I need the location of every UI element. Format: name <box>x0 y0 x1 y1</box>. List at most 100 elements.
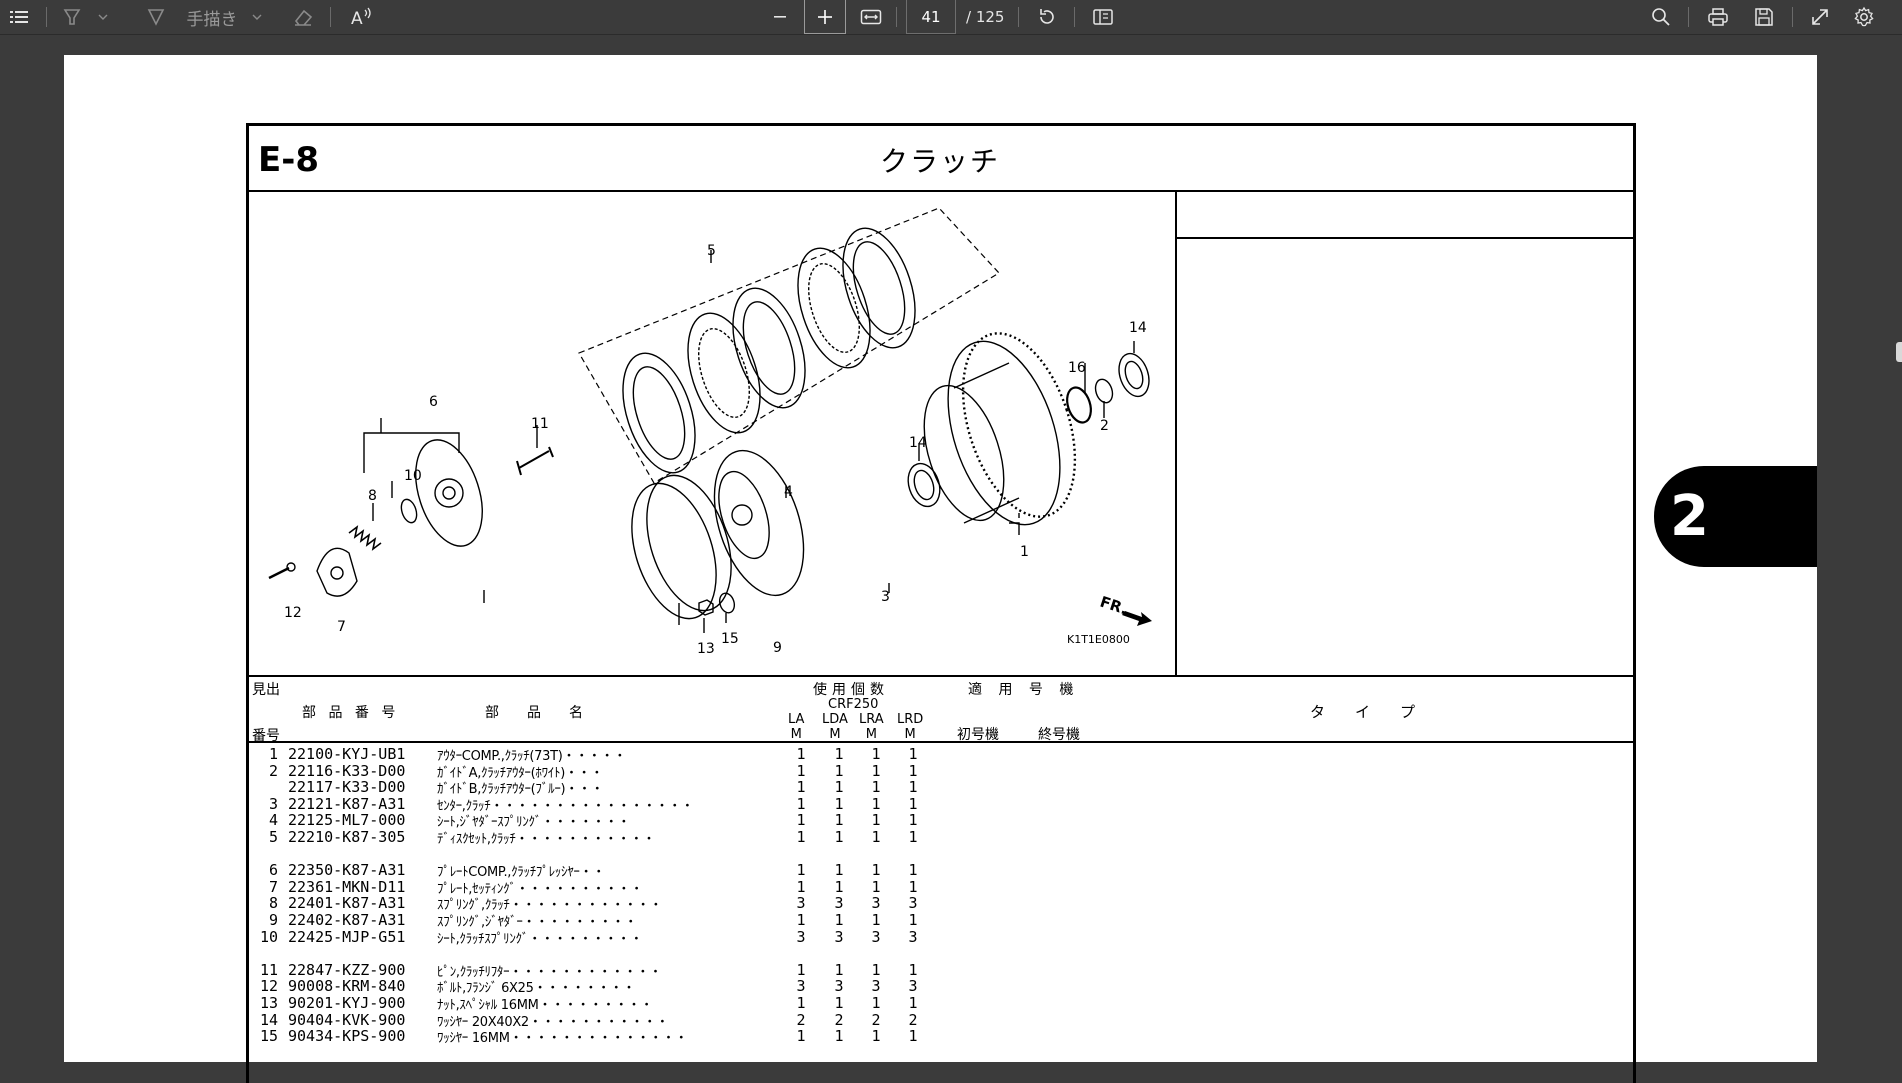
quantity-cell: 1 <box>871 778 881 797</box>
chevron-down-icon[interactable] <box>250 0 264 34</box>
quantity-cell: 1 <box>834 994 844 1012</box>
quantity-cell: 1 <box>834 960 844 979</box>
toolbar-separator <box>896 7 897 27</box>
quantity-cell: 1 <box>908 811 918 830</box>
chevron-down-icon[interactable] <box>96 0 110 34</box>
quantity-cell: 1 <box>871 911 881 929</box>
part-number: 22361-MKN-D11 <box>288 877 406 896</box>
callout: 8 <box>368 488 377 504</box>
page-view-icon[interactable] <box>1090 0 1116 34</box>
page-number-input[interactable]: 41 <box>906 0 956 34</box>
toolbar-separator <box>330 7 331 27</box>
draw-icon[interactable] <box>144 0 168 34</box>
expand-icon[interactable] <box>1806 0 1834 34</box>
zoom-in-button[interactable] <box>804 0 846 34</box>
quantity-cell: 1 <box>834 877 844 896</box>
clutch-plate <box>687 312 761 434</box>
part-number: 90201-KYJ-900 <box>288 994 406 1012</box>
callout: 1 <box>1020 544 1029 560</box>
quantity-cell: 1 <box>908 994 918 1012</box>
ref-number: 4 <box>268 811 278 830</box>
part-number: 22116-K33-D00 <box>288 761 406 780</box>
clutch-outer <box>947 340 1061 526</box>
table-of-contents-icon[interactable] <box>6 0 32 34</box>
part-description: ﾃﾞｨｽｸｾｯﾄ,ｸﾗｯﾁ・・・・・・・・・・・ <box>437 832 656 847</box>
serial-first-header: 初号機 <box>957 727 999 743</box>
quantity-cell: 1 <box>871 828 881 846</box>
quantity-cell: 1 <box>796 1027 806 1046</box>
ref-number: 8 <box>268 894 278 913</box>
ref-number: 1 <box>268 745 278 763</box>
part-name-header: 部 品 名 <box>485 705 583 721</box>
table-header-line <box>246 741 1636 743</box>
quantity-cell: 1 <box>796 861 806 880</box>
ref-number: 3 <box>268 794 278 813</box>
settings-gear-icon[interactable] <box>1850 0 1878 34</box>
quantity-cell: 1 <box>796 828 806 846</box>
ref-no-header-bottom: 番号 <box>252 728 280 744</box>
quantity-cell: 3 <box>796 894 806 913</box>
quantity-cell: 3 <box>871 977 881 996</box>
svg-text:A: A <box>351 9 363 27</box>
quantity-cell: 1 <box>871 861 881 880</box>
ref-number: 11 <box>259 960 278 979</box>
highlight-icon[interactable] <box>60 0 84 34</box>
quantity-cell: 1 <box>796 911 806 929</box>
part-number: 22847-KZZ-900 <box>288 960 406 979</box>
pressure-plate <box>415 439 483 547</box>
quantity-cell: 1 <box>796 811 806 830</box>
quantity-cell: 2 <box>908 1010 918 1029</box>
ref-number: 7 <box>268 877 278 896</box>
ref-number: 13 <box>259 994 278 1012</box>
callout: 11 <box>531 416 549 432</box>
clutch-plate <box>797 247 871 369</box>
callout: 3 <box>881 589 890 605</box>
washer <box>1118 352 1150 398</box>
quantity-cell: 1 <box>908 828 918 846</box>
callout: 10 <box>404 468 422 484</box>
part-number: 22402-K87-A31 <box>288 911 406 929</box>
special-nut <box>698 599 714 616</box>
callout: 6 <box>429 394 438 410</box>
fit-width-icon[interactable] <box>858 0 884 34</box>
disc-set-outline <box>578 207 1000 484</box>
quantity-cell: 2 <box>871 1010 881 1029</box>
flange-bolt <box>268 566 290 580</box>
rotate-icon[interactable] <box>1034 0 1060 34</box>
read-aloud-icon[interactable]: A <box>348 0 376 34</box>
toolbar-separator <box>1074 7 1075 27</box>
quantity-cell: 1 <box>908 1027 918 1046</box>
draw-label[interactable]: 手描き <box>182 0 242 34</box>
quantity-cell: 1 <box>796 745 806 763</box>
pdf-toolbar: 手描き A 41 / 125 <box>0 0 1902 35</box>
quantity-cell: 3 <box>834 927 844 946</box>
friction-disc <box>842 227 916 349</box>
part-number: 22125-ML7-000 <box>288 811 406 830</box>
type-header: タ イ プ <box>1310 703 1416 721</box>
part-number: 22117-K33-D00 <box>288 778 406 797</box>
scrollbar-thumb[interactable] <box>1896 342 1902 362</box>
quantity-cell: 1 <box>796 761 806 780</box>
callout: 13 <box>697 641 715 657</box>
search-icon[interactable] <box>1648 0 1674 34</box>
quantity-cell: 1 <box>834 794 844 813</box>
toolbar-separator <box>1688 7 1689 27</box>
save-icon[interactable] <box>1750 0 1778 34</box>
quantity-cell: 3 <box>908 977 918 996</box>
zoom-out-icon[interactable] <box>768 0 792 34</box>
callout: 12 <box>284 605 302 621</box>
clutch-exploded-diagram: FR. K1T1E0800 1 2 3 4 5 6 7 8 9 10 11 12… <box>268 207 1152 657</box>
callout: 4 <box>784 484 793 500</box>
part-description: ﾜｯｼﾔｰ 16MM・・・・・・・・・・・・・・ <box>437 1031 688 1047</box>
model-header: CRF250 <box>828 697 879 712</box>
part-number: 90404-KVK-900 <box>288 1010 406 1029</box>
friction-disc <box>732 287 806 409</box>
quantity-cell: 1 <box>871 960 881 979</box>
print-icon[interactable] <box>1704 0 1732 34</box>
eraser-icon[interactable] <box>290 0 316 34</box>
callout: 14 <box>1129 320 1147 336</box>
col-lrd: LRD M <box>897 712 924 742</box>
ref-no-header-top: 見出 <box>252 682 280 698</box>
quantity-cell: 3 <box>908 927 918 946</box>
figure-code: K1T1E0800 <box>1067 633 1130 646</box>
